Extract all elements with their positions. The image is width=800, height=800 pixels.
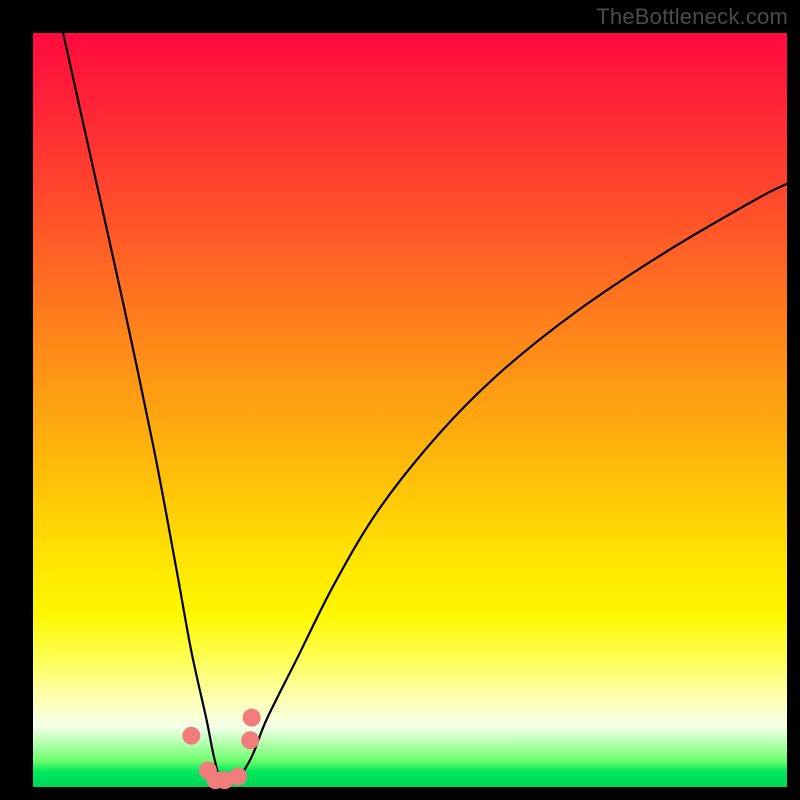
bottleneck-curve: [63, 33, 787, 782]
attribution-text: TheBottleneck.com: [596, 4, 788, 30]
trough-marker: [243, 709, 261, 727]
chart-overlay: [33, 33, 787, 787]
trough-marker: [241, 731, 259, 749]
trough-markers-group: [182, 709, 260, 790]
chart-frame: TheBottleneck.com: [0, 0, 800, 800]
trough-marker: [229, 767, 247, 785]
trough-marker: [182, 727, 200, 745]
